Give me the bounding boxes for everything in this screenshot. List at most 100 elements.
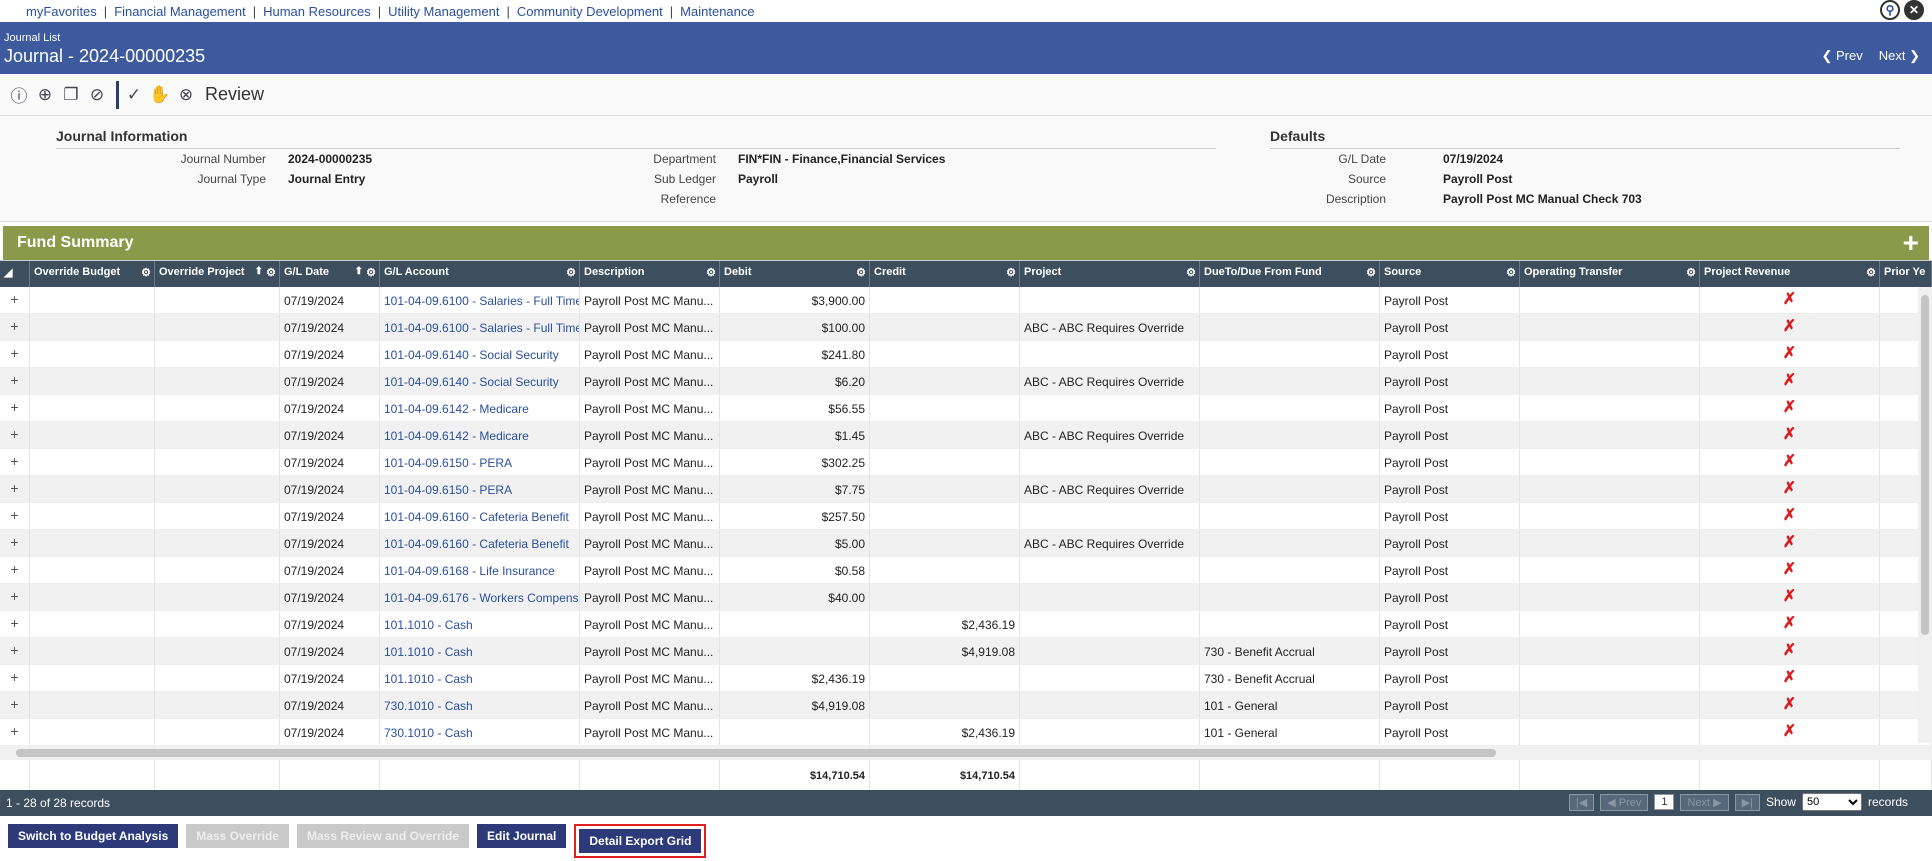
- info-icon[interactable]: ⓘ: [8, 83, 30, 107]
- breadcrumb[interactable]: Journal List: [4, 22, 1932, 44]
- expand-row-icon[interactable]: +: [0, 341, 30, 367]
- expand-row-icon[interactable]: +: [0, 287, 30, 313]
- table-row[interactable]: +07/19/2024 101.1010 - Cash Payroll Post M…: [0, 611, 1932, 638]
- gl-account-link[interactable]: 101-04-09.6168 - Life Insurance: [380, 557, 580, 583]
- column-header[interactable]: Description ⚙: [580, 261, 720, 287]
- column-header[interactable]: DueTo/Due From Fund ⚙: [1200, 261, 1380, 287]
- gear-icon[interactable]: ⚙: [1006, 266, 1016, 279]
- nav-link[interactable]: Human Resources: [263, 4, 371, 19]
- gl-account-link[interactable]: 101-04-09.6100 - Salaries - Full Time: [380, 314, 580, 340]
- column-header[interactable]: Prior Ye: [1880, 261, 1932, 287]
- gl-account-link[interactable]: 101-04-09.6150 - PERA: [380, 449, 580, 475]
- gear-icon[interactable]: ⚙: [366, 266, 376, 279]
- attachment-icon[interactable]: ⊕: [34, 83, 56, 107]
- gear-icon[interactable]: ⚙: [1186, 266, 1196, 279]
- gl-account-link[interactable]: 730.1010 - Cash: [380, 692, 580, 718]
- nav-link[interactable]: Maintenance: [680, 4, 754, 19]
- column-header[interactable]: Override Project ⚙ ⬆: [155, 261, 280, 287]
- prev-button[interactable]: ❮ Prev: [1822, 48, 1863, 64]
- table-row[interactable]: +07/19/2024 101-04-09.6140 - Social Secur…: [0, 368, 1932, 395]
- column-header[interactable]: G/L Date ⚙ ⬆: [280, 261, 380, 287]
- table-row[interactable]: +07/19/2024 101-04-09.6150 - PERA Payroll …: [0, 476, 1932, 503]
- expand-row-icon[interactable]: +: [0, 422, 30, 448]
- gl-account-link[interactable]: 101.1010 - Cash: [380, 665, 580, 691]
- close-icon[interactable]: ✕: [1904, 0, 1924, 20]
- table-row[interactable]: +07/19/2024 101-04-09.6160 - Cafeteria Be…: [0, 503, 1932, 530]
- mass-review-and-override-button[interactable]: Mass Review and Override: [296, 824, 470, 848]
- column-header[interactable]: Source ⚙: [1380, 261, 1520, 287]
- expand-row-icon[interactable]: +: [0, 368, 30, 394]
- sort-arrow-icon[interactable]: ⬆: [255, 266, 263, 277]
- table-row[interactable]: +07/19/2024 730.1010 - Cash Payroll Post M…: [0, 692, 1932, 719]
- edit-journal-button[interactable]: Edit Journal: [477, 824, 567, 848]
- nav-link[interactable]: Community Development: [517, 4, 663, 19]
- gl-account-link[interactable]: 101.1010 - Cash: [380, 638, 580, 664]
- expand-row-icon[interactable]: +: [0, 638, 30, 664]
- gl-account-link[interactable]: 101-04-09.6140 - Social Security: [380, 368, 580, 394]
- scrollbar-thumb[interactable]: [1921, 295, 1929, 635]
- table-row[interactable]: +07/19/2024 101-04-09.6140 - Social Secur…: [0, 341, 1932, 368]
- scrollbar-thumb[interactable]: [16, 749, 1496, 757]
- first-page-button[interactable]: |◀: [1568, 793, 1595, 811]
- table-row[interactable]: +07/19/2024 101-04-09.6160 - Cafeteria Be…: [0, 530, 1932, 557]
- expand-row-icon[interactable]: +: [0, 476, 30, 502]
- gear-icon[interactable]: ⚙: [1506, 266, 1516, 279]
- vertical-scrollbar[interactable]: [1918, 287, 1932, 743]
- expand-row-icon[interactable]: +: [0, 611, 30, 637]
- gear-icon[interactable]: ⚙: [706, 266, 716, 279]
- gear-icon[interactable]: ⚙: [1686, 266, 1696, 279]
- expand-row-icon[interactable]: +: [0, 503, 30, 529]
- table-row[interactable]: +07/19/2024 101-04-09.6142 - Medicare Payr…: [0, 395, 1932, 422]
- expand-row-icon[interactable]: +: [0, 449, 30, 475]
- gear-icon[interactable]: ⚙: [266, 266, 276, 279]
- detail-export-grid-button[interactable]: Detail Export Grid: [579, 829, 702, 853]
- gl-account-link[interactable]: 730.1010 - Cash: [380, 719, 580, 745]
- sort-arrow-icon[interactable]: ⬆: [355, 266, 363, 277]
- column-header[interactable]: Credit ⚙: [870, 261, 1020, 287]
- nav-link[interactable]: Utility Management: [388, 4, 499, 19]
- table-row[interactable]: +07/19/2024 101-04-09.6100 - Salaries - F…: [0, 287, 1932, 314]
- gl-account-link[interactable]: 101-04-09.6160 - Cafeteria Benefit: [380, 530, 580, 556]
- search-icon[interactable]: ⚲: [1880, 0, 1900, 20]
- table-row[interactable]: +07/19/2024 101-04-09.6100 - Salaries - F…: [0, 314, 1932, 341]
- expand-all-header[interactable]: ◢: [0, 261, 30, 287]
- table-row[interactable]: +07/19/2024 101-04-09.6176 - Workers Comp…: [0, 584, 1932, 611]
- table-row[interactable]: +07/19/2024 101.1010 - Cash Payroll Post M…: [0, 638, 1932, 665]
- plus-icon[interactable]: +: [1903, 229, 1919, 257]
- column-header[interactable]: Debit ⚙: [720, 261, 870, 287]
- mass-override-button[interactable]: Mass Override: [186, 824, 289, 848]
- expand-row-icon[interactable]: +: [0, 719, 30, 745]
- column-header[interactable]: Project ⚙: [1020, 261, 1200, 287]
- gl-account-link[interactable]: 101-04-09.6150 - PERA: [380, 476, 580, 502]
- table-row[interactable]: +07/19/2024 101-04-09.6168 - Life Insuran…: [0, 557, 1932, 584]
- gl-account-link[interactable]: 101-04-09.6100 - Salaries - Full Time: [380, 287, 580, 313]
- column-header[interactable]: Operating Transfer ⚙: [1520, 261, 1700, 287]
- expand-row-icon[interactable]: +: [0, 314, 30, 340]
- table-row[interactable]: +07/19/2024 101-04-09.6142 - Medicare Payr…: [0, 422, 1932, 449]
- gear-icon[interactable]: ⚙: [1366, 266, 1376, 279]
- nav-link[interactable]: myFavorites: [26, 4, 97, 19]
- gl-account-link[interactable]: 101-04-09.6176 - Workers Compensa: [380, 584, 580, 610]
- horizontal-scrollbar[interactable]: [0, 746, 1932, 760]
- expand-row-icon[interactable]: +: [0, 584, 30, 610]
- gear-icon[interactable]: ⚙: [856, 266, 866, 279]
- gear-icon[interactable]: ⚙: [1866, 266, 1876, 279]
- review-icon[interactable]: ⊗: [175, 83, 197, 107]
- column-header[interactable]: Override Budget ⚙: [30, 261, 155, 287]
- gl-account-link[interactable]: 101-04-09.6140 - Social Security: [380, 341, 580, 367]
- nav-link[interactable]: Financial Management: [114, 4, 246, 19]
- gl-account-link[interactable]: 101-04-09.6160 - Cafeteria Benefit: [380, 503, 580, 529]
- last-page-button[interactable]: ▶|: [1734, 793, 1760, 811]
- expand-row-icon[interactable]: +: [0, 530, 30, 556]
- column-header[interactable]: G/L Account ⚙: [380, 261, 580, 287]
- page-size-select[interactable]: 50: [1801, 793, 1862, 811]
- prev-page-button[interactable]: ◀ Prev: [1600, 793, 1649, 811]
- column-header[interactable]: Project Revenue ⚙: [1700, 261, 1880, 287]
- next-button[interactable]: Next ❯: [1879, 48, 1920, 64]
- table-row[interactable]: +07/19/2024 101-04-09.6150 - PERA Payroll …: [0, 449, 1932, 476]
- gl-account-link[interactable]: 101-04-09.6142 - Medicare: [380, 422, 580, 448]
- next-page-button[interactable]: Next ▶: [1680, 793, 1729, 811]
- gl-account-link[interactable]: 101.1010 - Cash: [380, 611, 580, 637]
- expand-row-icon[interactable]: +: [0, 557, 30, 583]
- table-row[interactable]: +07/19/2024 101.1010 - Cash Payroll Post M…: [0, 665, 1932, 692]
